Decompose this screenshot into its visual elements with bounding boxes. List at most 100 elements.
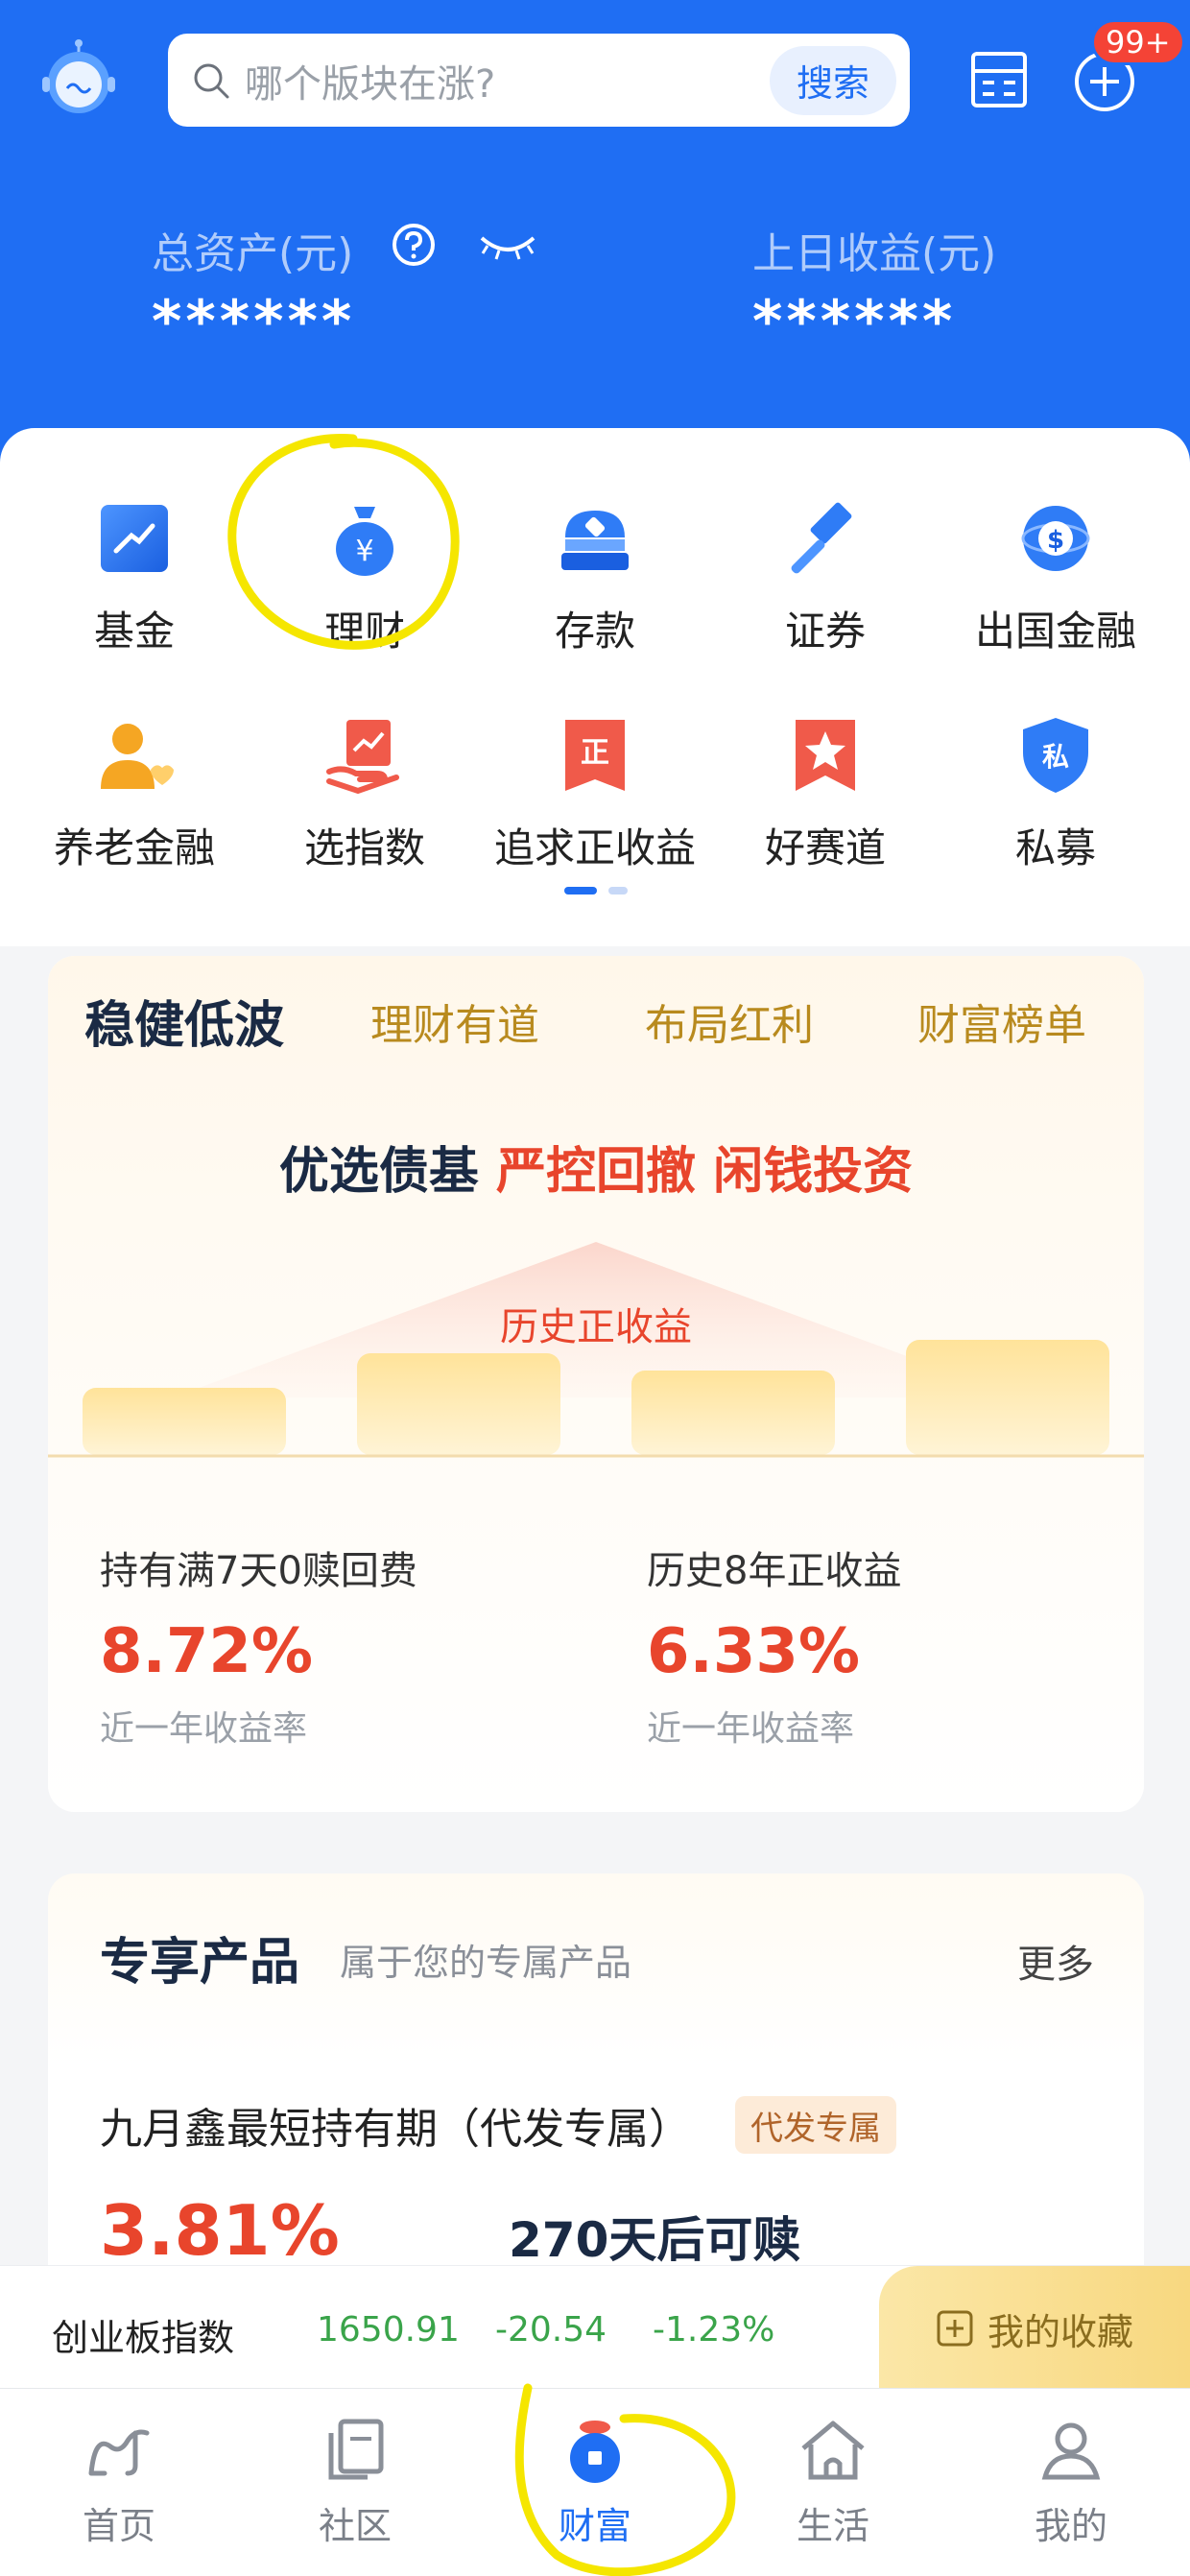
tab-wealth-strategy[interactable]: 理财有道: [370, 990, 539, 1052]
nav-life[interactable]: 生活: [737, 2416, 929, 2549]
gavel-icon: [791, 502, 852, 574]
wealth-icon: [570, 2421, 620, 2483]
home-icon: [88, 2429, 150, 2476]
globe-dollar-icon: $: [1021, 506, 1090, 571]
nav-wealth[interactable]: 财富: [499, 2416, 691, 2549]
tab-steady-low-volatility[interactable]: 稳健低波: [84, 985, 284, 1057]
search-icon: [194, 63, 229, 98]
stat-block-2[interactable]: 历史8年正收益 6.33% 近一年收益率: [647, 1539, 901, 1751]
menu-label: 存款: [554, 608, 635, 655]
menu-label: 选指数: [303, 824, 425, 871]
search-input[interactable]: 哪个版块在涨?: [245, 53, 770, 108]
stat-title: 持有满7天0赎回费: [100, 1549, 417, 1593]
help-icon[interactable]: [392, 223, 436, 267]
hide-eye-icon[interactable]: [478, 230, 537, 265]
menu-item-overseas-finance[interactable]: $ 出国金融: [940, 495, 1171, 657]
stat-subtitle: 近一年收益率: [100, 1709, 308, 1749]
nav-label: 生活: [796, 2505, 869, 2547]
yesterday-income-value: ******: [752, 288, 957, 355]
podium-label: 历史正收益: [500, 1305, 692, 1349]
bottom-nav: 首页 社区 财富 生活 我的: [0, 2388, 1190, 2576]
menu-item-deposit[interactable]: 存款: [480, 495, 710, 657]
menu-item-securities[interactable]: 证券: [710, 495, 940, 657]
index-name: 创业板指数: [52, 2317, 235, 2359]
menu-item-wealth-management[interactable]: ¥ 理财: [250, 495, 480, 657]
quick-menu: 基金 ¥ 理财 存款 证券 $ 出国金融 养老金融 选指数 正 追求正收益 好赛…: [0, 428, 1190, 946]
life-icon: [801, 2421, 865, 2480]
menu-label: 出国金融: [974, 608, 1136, 655]
notification-badge: 99+: [1091, 19, 1185, 65]
section-subtitle: 属于您的专属产品: [340, 1942, 632, 1984]
nav-profile[interactable]: 我的: [975, 2416, 1167, 2549]
more-link[interactable]: 更多: [1017, 1933, 1094, 1989]
svg-text:$: $: [1047, 526, 1064, 555]
nav-label: 首页: [82, 2505, 155, 2547]
nav-label: 财富: [558, 2505, 631, 2547]
star-ribbon-icon: [796, 720, 855, 791]
deposit-icon: [561, 511, 629, 570]
menu-label: 养老金融: [53, 824, 215, 871]
promo-tabs: 稳健低波 理财有道 布局红利 财富榜单: [48, 956, 1144, 1081]
stat-block-1[interactable]: 持有满7天0赎回费 8.72% 近一年收益率: [100, 1539, 417, 1751]
product-redeem: 270天后可赎: [509, 2212, 801, 2268]
menu-label: 私募: [1014, 824, 1096, 871]
svg-text:私: 私: [1042, 741, 1069, 773]
stat-title: 历史8年正收益: [647, 1549, 902, 1593]
section-title: 专享产品: [100, 1934, 300, 1992]
search-button[interactable]: 搜索: [770, 45, 896, 115]
menu-item-good-track[interactable]: 好赛道: [710, 712, 940, 874]
shield-si-icon: 私: [1023, 718, 1088, 793]
favorites-label: 我的收藏: [987, 2310, 1133, 2353]
headline-red: 严控回撤 闲钱投资: [496, 1143, 914, 1201]
nav-label: 我的: [1034, 2505, 1107, 2547]
fund-icon: [101, 505, 168, 572]
menu-item-index[interactable]: 选指数: [250, 712, 480, 874]
community-icon: [328, 2419, 384, 2480]
market-ticker[interactable]: 创业板指数 1650.91 -20.54 -1.23% 我的收藏: [0, 2265, 1190, 2391]
headline-dark: 优选债基: [278, 1143, 479, 1201]
product-name[interactable]: 九月鑫最短持有期（代发专属）: [100, 2094, 691, 2156]
nav-community[interactable]: 社区: [259, 2416, 451, 2549]
index-change: -20.54: [495, 2310, 607, 2349]
money-bag-icon: ¥: [336, 507, 393, 576]
menu-item-pension[interactable]: 养老金融: [19, 712, 250, 874]
promo-card: 稳健低波 理财有道 布局红利 财富榜单 优选债基 严控回撤 闲钱投资 历史正收益…: [48, 956, 1144, 1812]
search-bar[interactable]: 哪个版块在涨? 搜索: [168, 34, 910, 127]
profile-icon: [1041, 2422, 1101, 2480]
menu-item-positive-returns[interactable]: 正 追求正收益: [480, 712, 710, 874]
menu-item-fund[interactable]: 基金: [19, 495, 250, 657]
menu-label: 基金: [93, 608, 175, 655]
tab-wealth-ranking[interactable]: 财富榜单: [917, 990, 1086, 1052]
product-tag: 代发专属: [735, 2096, 896, 2154]
promo-headline: 优选债基 严控回撤 闲钱投资: [48, 1131, 1144, 1203]
total-assets-label: 总资产(元): [152, 229, 354, 278]
stat-subtitle: 近一年收益率: [647, 1709, 855, 1749]
menu-item-private-equity[interactable]: 私 私募: [940, 712, 1171, 874]
total-assets-value: ******: [152, 288, 356, 355]
zheng-tag-icon: 正: [565, 720, 625, 791]
robot-mascot-icon[interactable]: [38, 38, 119, 119]
menu-label: 追求正收益: [493, 824, 696, 871]
favorites-button[interactable]: 我的收藏: [879, 2266, 1190, 2391]
hand-chart-icon: [326, 720, 399, 795]
page-indicator: [564, 887, 630, 894]
nav-label: 社区: [318, 2505, 392, 2547]
stat-value: 6.33%: [647, 1616, 861, 1687]
page-dot-active: [564, 887, 597, 894]
nav-home[interactable]: 首页: [23, 2416, 215, 2549]
stat-value: 8.72%: [100, 1616, 314, 1687]
yesterday-income-label: 上日收益(元): [752, 229, 997, 278]
menu-label: 好赛道: [764, 824, 886, 871]
svg-text:¥: ¥: [355, 535, 373, 568]
menu-label: 理财: [323, 608, 405, 655]
header: 哪个版块在涨? 搜索 99+ 总资产(元) ****** 上日收益(元) ***…: [0, 0, 1190, 499]
svg-text:正: 正: [581, 736, 609, 770]
index-percent: -1.23%: [653, 2310, 775, 2349]
calculator-icon[interactable]: [969, 50, 1029, 109]
person-heart-icon: [101, 724, 174, 789]
menu-label: 证券: [784, 608, 866, 655]
product-rate: 3.81%: [100, 2190, 340, 2271]
page-dot: [608, 887, 628, 894]
tab-dividend[interactable]: 布局红利: [645, 990, 814, 1052]
add-square-icon: [937, 2310, 973, 2347]
